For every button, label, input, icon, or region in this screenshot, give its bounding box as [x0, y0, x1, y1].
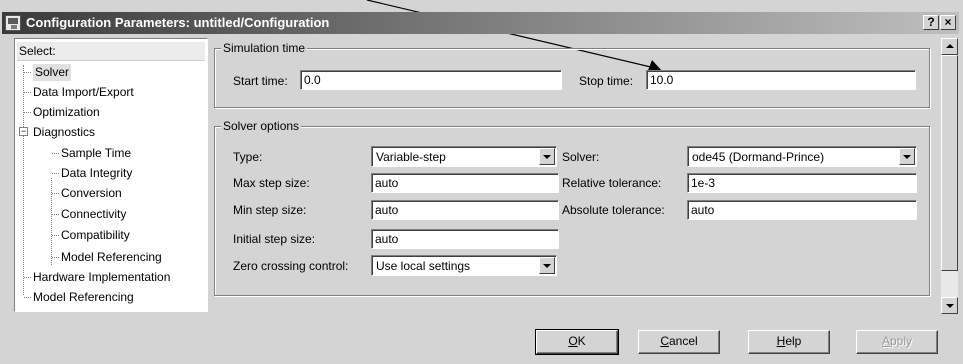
max-step-label: Max step size: — [233, 176, 310, 190]
tree-header: Select: — [17, 42, 205, 61]
tree-item-solver[interactable]: Solver — [33, 64, 72, 81]
min-step-label: Min step size: — [233, 203, 307, 217]
tree-item-diagnostics[interactable]: Diagnostics — [33, 124, 95, 141]
tree-item-data-import-export[interactable]: Data Import/Export — [33, 84, 134, 101]
chevron-down-icon[interactable] — [899, 148, 915, 165]
solver-options-group: Solver options Type: Variable-step Solve… — [214, 119, 930, 296]
scroll-down-icon[interactable] — [941, 297, 958, 314]
type-label: Type: — [233, 150, 263, 164]
ok-button[interactable]: OK — [535, 329, 619, 355]
relative-tolerance-label: Relative tolerance: — [562, 176, 662, 190]
vertical-scrollbar[interactable] — [941, 38, 958, 314]
tree-item-compatibility[interactable]: Compatibility — [61, 227, 130, 244]
window-title: Configuration Parameters: untitled/Confi… — [26, 15, 330, 30]
tree-item-hardware-implementation[interactable]: Hardware Implementation — [33, 269, 170, 286]
max-step-input[interactable]: auto — [371, 173, 559, 193]
stop-time-label: Stop time: — [579, 74, 634, 88]
tree-item-conversion[interactable]: Conversion — [61, 185, 122, 202]
tree-item-data-integrity[interactable]: Data Integrity — [61, 165, 132, 182]
tree-item-model-referencing[interactable]: Model Referencing — [33, 289, 134, 306]
collapse-icon[interactable]: − — [19, 127, 28, 136]
absolute-tolerance-label: Absolute tolerance: — [562, 203, 665, 217]
tree-connector — [51, 178, 52, 265]
zero-crossing-label: Zero crossing control: — [233, 259, 349, 273]
solver-label: Solver: — [562, 150, 600, 164]
scrollbar-thumb[interactable] — [941, 55, 958, 271]
tree-item-sample-time[interactable]: Sample Time — [61, 145, 131, 162]
min-step-input[interactable]: auto — [371, 200, 559, 220]
simulation-time-title: Simulation time — [221, 41, 308, 55]
simulation-time-group: Simulation time Start time: 0.0 Stop tim… — [214, 41, 930, 108]
settings-tree: Select: Solver Data Import/Export Optimi… — [14, 38, 208, 312]
apply-button[interactable]: Apply — [856, 330, 938, 354]
tree-connector — [23, 65, 24, 295]
initial-step-input[interactable]: auto — [371, 229, 559, 249]
stop-time-input[interactable]: 10.0 — [646, 70, 916, 90]
chevron-down-icon[interactable] — [539, 257, 555, 274]
help-title-button[interactable]: ? — [923, 15, 939, 30]
solver-options-title: Solver options — [221, 119, 302, 133]
chevron-down-icon[interactable] — [539, 148, 555, 165]
relative-tolerance-input[interactable]: 1e-3 — [687, 173, 917, 193]
solver-dropdown[interactable]: ode45 (Dormand-Prince) — [687, 146, 917, 167]
zero-crossing-dropdown[interactable]: Use local settings — [371, 255, 557, 276]
close-title-button[interactable]: × — [940, 15, 956, 30]
scroll-up-icon[interactable] — [941, 38, 958, 55]
cancel-button[interactable]: Cancel — [638, 330, 720, 354]
simulink-app-icon — [5, 15, 21, 31]
tree-item-diagnostics-model-referencing[interactable]: Model Referencing — [61, 249, 162, 266]
configuration-dialog: Configuration Parameters: untitled/Confi… — [0, 0, 963, 364]
start-time-input[interactable]: 0.0 — [300, 70, 562, 90]
tree-item-connectivity[interactable]: Connectivity — [61, 206, 126, 223]
title-bar[interactable]: Configuration Parameters: untitled/Confi… — [2, 12, 959, 34]
initial-step-label: Initial step size: — [233, 232, 316, 246]
start-time-label: Start time: — [233, 74, 288, 88]
help-button[interactable]: Help — [748, 330, 830, 354]
type-dropdown[interactable]: Variable-step — [371, 146, 557, 167]
tree-item-optimization[interactable]: Optimization — [33, 104, 100, 121]
absolute-tolerance-input[interactable]: auto — [687, 200, 917, 220]
